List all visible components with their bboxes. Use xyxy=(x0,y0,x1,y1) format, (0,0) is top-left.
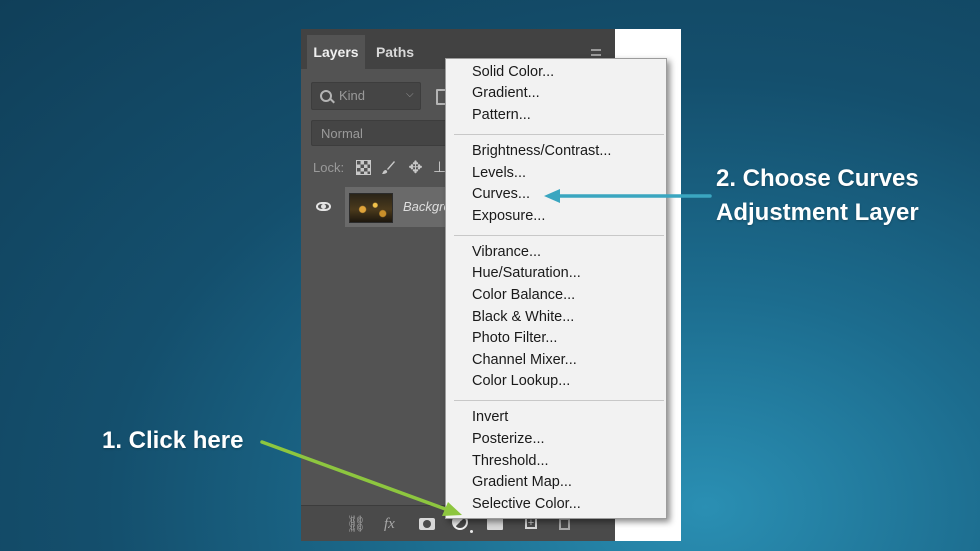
step1-arrow-line xyxy=(260,440,450,512)
step2-arrow-head xyxy=(544,189,560,203)
annotation-arrows xyxy=(260,189,712,516)
step1-arrow-head xyxy=(442,502,462,516)
step1-annotation: 1. Click here xyxy=(102,427,244,454)
step2-annotation-line1: 2. Choose Curves xyxy=(716,165,919,192)
step2-annotation-line2: Adjustment Layer xyxy=(716,199,919,226)
